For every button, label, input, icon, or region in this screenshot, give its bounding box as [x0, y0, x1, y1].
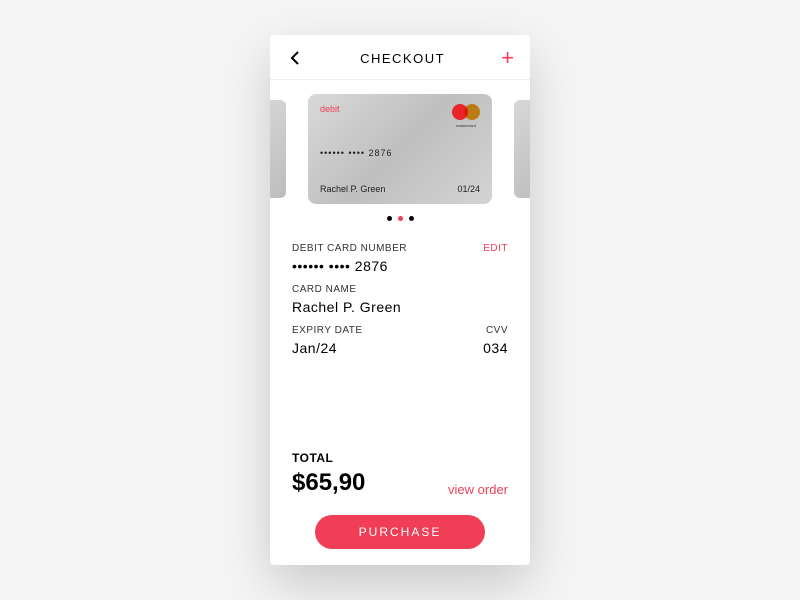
checkout-screen: CHECKOUT + debit mastercard •••••• •••• …	[270, 35, 530, 565]
purchase-button[interactable]: PURCHASE	[315, 515, 485, 549]
card-carousel[interactable]: debit mastercard •••••• •••• 2876 Rachel…	[270, 94, 530, 204]
payment-card[interactable]: debit mastercard •••••• •••• 2876 Rachel…	[308, 94, 492, 204]
card-expiry: 01/24	[457, 184, 480, 194]
name-value: Rachel P. Green	[292, 299, 508, 315]
dot-0[interactable]	[387, 216, 392, 221]
total-amount: $65,90	[292, 469, 365, 497]
card-holder-name: Rachel P. Green	[320, 184, 385, 194]
dot-1[interactable]	[398, 216, 403, 221]
expiry-value: Jan/24	[292, 340, 363, 356]
card-form: DEBIT CARD NUMBER EDIT •••••• •••• 2876 …	[270, 229, 530, 425]
total-label: TOTAL	[292, 451, 365, 465]
mastercard-icon: mastercard	[452, 104, 480, 122]
cvv-value: 034	[483, 340, 508, 356]
edit-button[interactable]: EDIT	[483, 243, 508, 254]
carousel-dots	[270, 216, 530, 221]
card-peek-next[interactable]	[514, 100, 530, 198]
cvv-label: CVV	[483, 325, 508, 336]
card-number-masked: •••••• •••• 2876	[320, 148, 480, 158]
header-bar: CHECKOUT +	[270, 35, 530, 80]
card-type-label: debit	[320, 104, 340, 114]
number-value: •••••• •••• 2876	[292, 258, 508, 274]
card-peek-prev[interactable]	[270, 100, 286, 198]
view-order-link[interactable]: view order	[448, 482, 508, 497]
number-label: DEBIT CARD NUMBER	[292, 243, 407, 254]
dot-2[interactable]	[409, 216, 414, 221]
back-button[interactable]	[286, 49, 304, 67]
chevron-left-icon	[290, 51, 300, 65]
total-row: TOTAL $65,90 view order	[270, 451, 530, 497]
add-card-button[interactable]: +	[501, 47, 514, 69]
name-label: CARD NAME	[292, 284, 508, 295]
page-title: CHECKOUT	[360, 51, 445, 66]
expiry-label: EXPIRY DATE	[292, 325, 363, 336]
